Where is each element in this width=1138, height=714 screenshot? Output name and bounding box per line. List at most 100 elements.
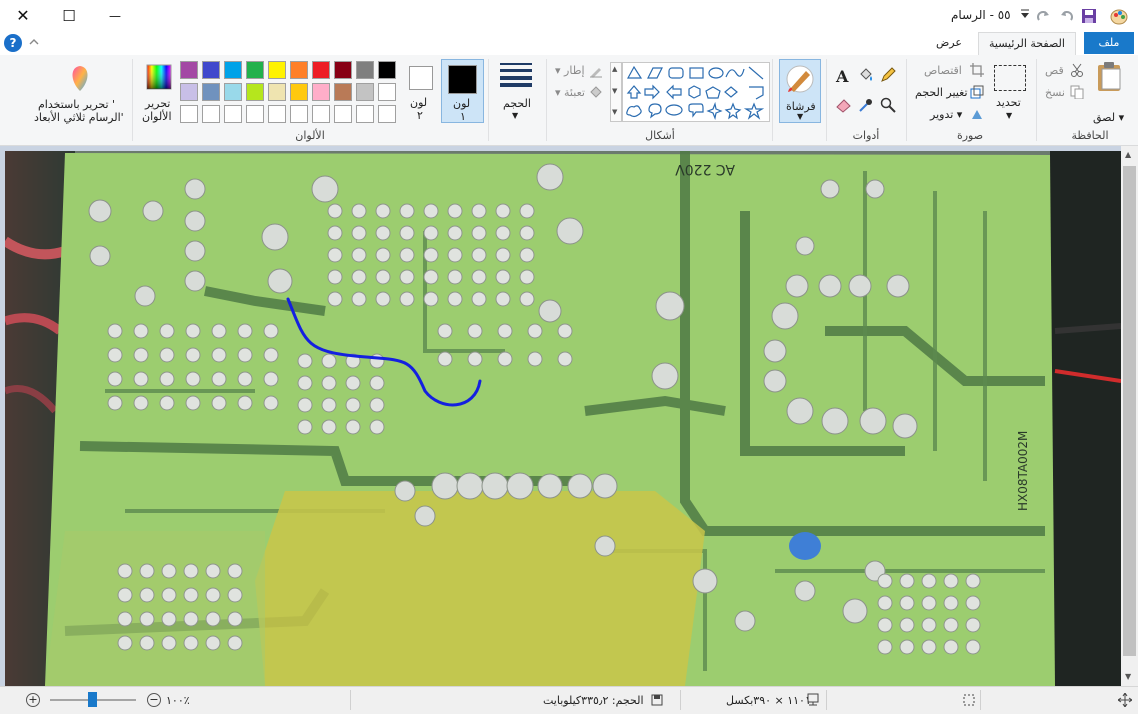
edit-colors-line2[interactable]: الألوان — [142, 110, 172, 123]
fill-icon[interactable] — [589, 85, 603, 99]
color2-swatch — [409, 66, 433, 90]
paste-button[interactable] — [1094, 61, 1126, 93]
palette-swatch[interactable] — [334, 61, 352, 79]
text-tool-icon[interactable]: A — [836, 67, 852, 86]
resize-icon[interactable] — [970, 85, 984, 99]
custom-color-slot[interactable] — [180, 105, 198, 123]
status-divider — [826, 690, 827, 710]
paint3d-line1[interactable]: تحرير باستخدام ' — [38, 98, 115, 111]
palette-swatch[interactable] — [312, 83, 330, 101]
crop-icon[interactable] — [970, 63, 984, 77]
color-picker-icon[interactable] — [858, 97, 874, 113]
title-bar: ✕ ☐ — ٥٥ - الرسام — [0, 0, 1138, 31]
rotate-icon[interactable] — [970, 107, 984, 121]
shape-outline-button[interactable]: ▾ إطار — [555, 64, 585, 77]
select-icon[interactable] — [994, 65, 1026, 91]
palette-swatch[interactable] — [356, 83, 374, 101]
select-button[interactable]: تحديد — [996, 96, 1021, 109]
custom-color-slot[interactable] — [224, 105, 242, 123]
shapes-gallery[interactable] — [622, 62, 770, 122]
close-button[interactable]: ✕ — [0, 0, 46, 31]
outline-icon[interactable] — [589, 64, 603, 78]
gallery-expand-icon[interactable]: ▼ — [612, 108, 617, 116]
palette-swatch[interactable] — [356, 61, 374, 79]
eraser-icon[interactable] — [836, 97, 852, 113]
palette-swatch[interactable] — [202, 61, 220, 79]
brushes-button[interactable]: فرشاة ▼ — [779, 59, 821, 123]
minus-icon: − — [149, 693, 159, 706]
tab-view[interactable]: عرض — [926, 32, 972, 54]
palette-swatch[interactable] — [268, 83, 286, 101]
scroll-down-icon[interactable]: ▼ — [612, 87, 617, 95]
custom-color-slot[interactable] — [202, 105, 220, 123]
help-icon[interactable]: ? — [4, 34, 22, 52]
minimize-button[interactable]: — — [92, 0, 138, 31]
custom-color-slot[interactable] — [268, 105, 286, 123]
collapse-ribbon-button[interactable] — [28, 36, 40, 48]
color1-button[interactable]: لون ١ — [441, 59, 484, 123]
shapes-gallery-scroller[interactable]: ▲ ▼ ▼ — [610, 62, 622, 122]
palette-swatch[interactable] — [224, 83, 242, 101]
palette-swatch[interactable] — [202, 83, 220, 101]
undo-button[interactable] — [1058, 8, 1074, 24]
fill-bucket-icon[interactable] — [858, 67, 874, 83]
zoom-slider-thumb[interactable] — [88, 692, 97, 707]
resize-button[interactable]: تغيير الحجم — [915, 86, 968, 99]
scroll-up-icon[interactable]: ▲ — [612, 65, 617, 73]
palette-swatch[interactable] — [378, 83, 396, 101]
palette-swatch[interactable] — [246, 61, 264, 79]
tab-file[interactable]: ملف — [1084, 32, 1134, 54]
color2-button[interactable]: لون ٢ — [402, 59, 440, 123]
edit-colors-icon[interactable] — [146, 64, 172, 90]
scrollbar-thumb[interactable] — [1123, 166, 1136, 656]
vertical-scrollbar[interactable]: ▲ ▼ — [1121, 146, 1138, 686]
palette-swatch[interactable] — [334, 83, 352, 101]
custom-color-slot[interactable] — [356, 105, 374, 123]
scroll-up-icon[interactable]: ▲ — [1125, 150, 1131, 159]
palette-swatch[interactable] — [290, 61, 308, 79]
zoom-out-button[interactable]: − — [147, 693, 161, 707]
crop-button[interactable]: اقتصاص — [924, 64, 962, 77]
cut-button[interactable]: قص — [1045, 64, 1064, 77]
rotate-button[interactable]: تدوير ▾ — [930, 108, 962, 121]
custom-color-slot[interactable] — [290, 105, 308, 123]
maximize-button[interactable]: ☐ — [46, 0, 92, 31]
palette-swatch[interactable] — [180, 61, 198, 79]
custom-color-slot[interactable] — [334, 105, 352, 123]
select-dropdown-icon[interactable]: ▼ — [1006, 111, 1012, 120]
paint3d-icon[interactable] — [66, 63, 94, 93]
palette-swatch[interactable] — [224, 61, 242, 79]
drawing-canvas[interactable]: AC 220V HX08TA002M — [5, 151, 1121, 686]
magnifier-icon[interactable] — [880, 97, 896, 113]
pencil-icon[interactable] — [880, 67, 896, 83]
custom-color-slot[interactable] — [312, 105, 330, 123]
shape-fill-button[interactable]: ▾ تعبئة — [555, 86, 585, 99]
quick-access-dropdown[interactable] — [1020, 9, 1030, 21]
palette-swatch[interactable] — [378, 61, 396, 79]
copy-button[interactable]: نسخ — [1045, 86, 1065, 99]
redo-button[interactable] — [1036, 8, 1052, 24]
save-icon — [1082, 9, 1096, 23]
palette-swatch[interactable] — [180, 83, 198, 101]
edit-colors-line1[interactable]: تحرير — [145, 97, 170, 110]
paste-label[interactable]: لصق ▾ — [1093, 111, 1124, 124]
custom-color-slot[interactable] — [246, 105, 264, 123]
tab-home[interactable]: الصفحة الرئيسية — [978, 32, 1076, 56]
palette-swatch[interactable] — [268, 61, 286, 79]
palette-swatch[interactable] — [290, 83, 308, 101]
clipboard-group-label: الحافظة — [1071, 129, 1109, 142]
copy-icon[interactable] — [1070, 85, 1084, 100]
palette-swatch[interactable] — [246, 83, 264, 101]
scroll-down-icon[interactable]: ▼ — [1125, 672, 1131, 681]
save-button[interactable] — [1081, 8, 1097, 24]
palette-swatch[interactable] — [312, 61, 330, 79]
paint3d-line2[interactable]: الرسام ثلاثي الأبعاد' — [34, 111, 124, 124]
image-group-label: صورة — [956, 129, 984, 142]
zoom-in-button[interactable]: + — [26, 693, 40, 707]
ribbon: لصق ▾ قص نسخ الحافظة تحديد ▼ اقتصاص تغيي… — [0, 55, 1138, 146]
maximize-icon: ☐ — [62, 6, 76, 25]
size-button[interactable]: الحجم ▼ — [498, 61, 534, 123]
scissors-icon[interactable] — [1070, 63, 1084, 77]
custom-color-slot[interactable] — [378, 105, 396, 123]
shapes-icons — [626, 65, 765, 121]
